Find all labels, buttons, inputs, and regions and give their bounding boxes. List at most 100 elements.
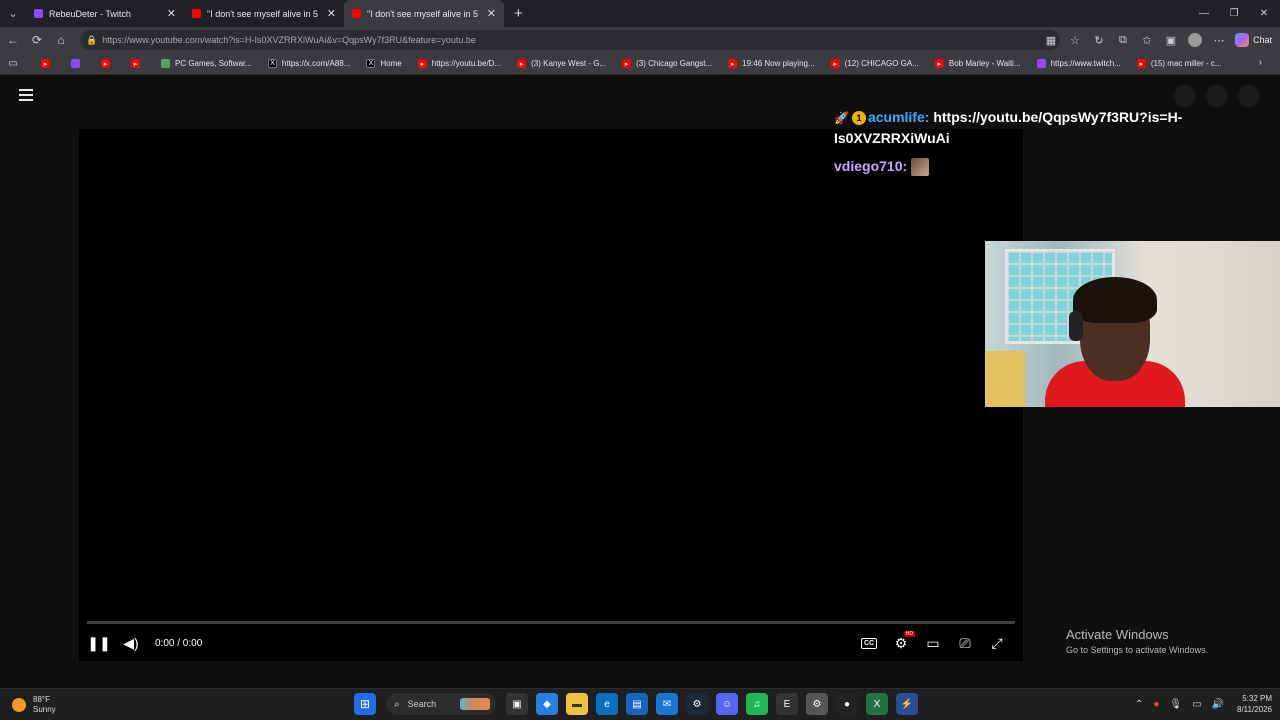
- search-icon: ⌕: [394, 698, 400, 710]
- discord-icon[interactable]: ☺: [716, 693, 738, 715]
- url-text: https://www.youtube.com/watch?is=H-Is0XV…: [102, 35, 476, 45]
- chat-username: vdiego710:: [834, 158, 908, 174]
- tray-app-icon[interactable]: ●: [1153, 699, 1159, 710]
- volume-icon[interactable]: 🔊: [1212, 699, 1224, 710]
- chat-label: Chat: [1252, 35, 1272, 45]
- epic-games-icon[interactable]: E: [776, 693, 798, 715]
- activate-windows-watermark: Activate Windows Go to Settings to activ…: [1066, 627, 1209, 655]
- steam-icon[interactable]: ⚙: [686, 693, 708, 715]
- maximize-icon[interactable]: ❐: [1218, 0, 1250, 27]
- tab-actions-chevron-icon[interactable]: ⌄: [0, 0, 26, 27]
- hd-badge: HD: [903, 631, 915, 637]
- pause-icon[interactable]: ❚❚: [83, 627, 115, 659]
- network-icon[interactable]: ▭: [1192, 699, 1201, 710]
- reader-view-icon[interactable]: ▦: [1039, 28, 1063, 52]
- lock-icon: 🔒: [86, 34, 98, 45]
- tab-youtube-1[interactable]: "I don't see myself alive in 5 more ✕: [184, 0, 344, 27]
- browser-toolbar: ← ⟳ ⌂ 🔒 https://www.youtube.com/watch?is…: [0, 27, 1280, 53]
- tab-youtube-2-active[interactable]: "I don't see myself alive in 5 more ✕: [344, 0, 504, 27]
- bookmark-item[interactable]: ▸: [131, 59, 145, 68]
- header-circle-button[interactable]: [1238, 85, 1260, 107]
- settings-gear-icon[interactable]: ⚙ HD: [885, 627, 917, 659]
- refresh-extension-icon[interactable]: ↻: [1087, 28, 1111, 52]
- favorite-star-icon[interactable]: ☆: [1063, 28, 1087, 52]
- task-view-icon[interactable]: ▣: [506, 693, 528, 715]
- theater-mode-icon[interactable]: ▭: [917, 627, 949, 659]
- favorites-icon[interactable]: ✩: [1135, 28, 1159, 52]
- excel-icon[interactable]: X: [866, 693, 888, 715]
- tray-overflow-chevron-icon[interactable]: ⌃: [1135, 699, 1143, 710]
- bookmarks-overflow-chevron-icon[interactable]: ›: [1259, 57, 1262, 68]
- youtube-icon: [352, 9, 361, 18]
- bookmark-item[interactable]: ▸: [41, 59, 55, 68]
- minimize-icon[interactable]: —: [1188, 0, 1220, 27]
- outlook-icon[interactable]: ✉: [656, 693, 678, 715]
- settings-icon[interactable]: ⚙: [806, 693, 828, 715]
- taskbar-search[interactable]: ⌕ Search: [386, 693, 496, 715]
- obs-icon[interactable]: ●: [836, 693, 858, 715]
- bookmark-item[interactable]: ▸ (15) mac miller - c...: [1136, 59, 1222, 68]
- player-controls: ❚❚ ◀) 0:00 / 0:00 CC ⚙ HD ▭ ⎚ ⤢: [79, 625, 1023, 661]
- progress-bar[interactable]: [87, 621, 1015, 624]
- bookmark-item[interactable]: X Home: [366, 59, 402, 68]
- weather-condition: Sunny: [33, 705, 56, 714]
- widgets-icon[interactable]: ◆: [536, 693, 558, 715]
- collections-icon[interactable]: ▣: [1159, 28, 1183, 52]
- copilot-chat-button[interactable]: Chat: [1231, 33, 1280, 47]
- bookmarks-menu-icon[interactable]: ▭: [6, 58, 25, 69]
- volume-icon[interactable]: ◀): [115, 627, 147, 659]
- fullscreen-icon[interactable]: ⤢: [981, 627, 1013, 659]
- stream-chat-overlay: 🚀 1 acumlife: https://youtu.be/QqpsWy7f3RU…: [834, 107, 1274, 184]
- refresh-icon[interactable]: ⟳: [25, 28, 49, 52]
- chat-message: 🚀 1 acumlife: https://youtu.be/QqpsWy7f3RU…: [834, 107, 1274, 148]
- clock[interactable]: 5:32 PM 8/11/2026: [1237, 693, 1272, 715]
- back-arrow-icon[interactable]: ←: [1, 28, 25, 52]
- tab-twitch[interactable]: RebeuDeter - Twitch ✕: [26, 0, 184, 27]
- video-player[interactable]: ❚❚ ◀) 0:00 / 0:00 CC ⚙ HD ▭ ⎚ ⤢: [79, 129, 1023, 661]
- bookmark-item[interactable]: [71, 59, 85, 68]
- header-circle-button[interactable]: [1174, 85, 1196, 107]
- address-bar[interactable]: 🔒 https://www.youtube.com/watch?is=H-Is0…: [80, 30, 1060, 50]
- rocket-badge-icon: 🚀: [834, 111, 849, 125]
- close-tab-icon[interactable]: ✕: [167, 7, 176, 20]
- chat-username: acumlife:: [867, 109, 930, 125]
- windows-start-icon[interactable]: ⊞: [354, 693, 376, 715]
- new-tab-plus-icon[interactable]: +: [514, 5, 523, 22]
- app-icon[interactable]: ⚡: [896, 693, 918, 715]
- menu-hamburger-icon[interactable]: [19, 89, 33, 104]
- home-icon[interactable]: ⌂: [49, 28, 73, 52]
- weather-widget[interactable]: 88°F Sunny: [12, 695, 56, 715]
- bookmark-item[interactable]: https://www.twitch...: [1036, 59, 1121, 68]
- close-tab-icon[interactable]: ✕: [487, 7, 496, 20]
- tab-title: RebeuDeter - Twitch: [49, 8, 131, 19]
- bookmark-item[interactable]: ▸ (3) Kanye West - G...: [517, 59, 606, 68]
- bookmark-item[interactable]: ▸ (3) Chicago Gangst...: [622, 59, 712, 68]
- header-circle-button[interactable]: [1206, 85, 1228, 107]
- subtitles-cc-icon[interactable]: CC: [853, 627, 885, 659]
- bookmark-item[interactable]: Xhttps://x.com/A88...: [267, 59, 350, 68]
- file-explorer-icon[interactable]: ▬: [566, 693, 588, 715]
- close-tab-icon[interactable]: ✕: [327, 7, 336, 20]
- bookmark-item[interactable]: ▸ https://youtu.be/D...: [417, 59, 501, 68]
- browser-tab-strip: ⌄ RebeuDeter - Twitch ✕ "I don't see mys…: [0, 0, 1280, 27]
- more-menu-icon[interactable]: ⋯: [1207, 28, 1231, 52]
- bookmark-item[interactable]: ▸ 19:46 Now playing...: [728, 59, 815, 68]
- cast-icon[interactable]: ⎚: [949, 627, 981, 659]
- microphone-icon[interactable]: 🎙: [1169, 699, 1182, 710]
- twitch-icon: [34, 9, 43, 18]
- extensions-icon[interactable]: ⧉: [1111, 28, 1135, 52]
- bookmark-item[interactable]: ▸ Bob Marley - Waiti...: [934, 59, 1021, 68]
- bookmark-item[interactable]: ▸: [101, 59, 115, 68]
- store-icon[interactable]: ▤: [626, 693, 648, 715]
- close-window-icon[interactable]: ✕: [1248, 0, 1280, 27]
- bookmarks-bar: ▭ ▸ ▸ ▸ PC Games, Softwar... Xhttps://x.…: [0, 53, 1280, 75]
- profile-avatar[interactable]: [1183, 28, 1207, 52]
- copilot-icon: [1234, 33, 1249, 47]
- weather-temp: 88°F: [33, 695, 50, 704]
- chat-message: vdiego710:: [834, 156, 1274, 177]
- spotify-icon[interactable]: ♫: [746, 693, 768, 715]
- bookmark-item[interactable]: ▸ (12) CHICAGO GA...: [830, 59, 919, 68]
- bookmark-item[interactable]: PC Games, Softwar...: [161, 59, 252, 68]
- tab-title: "I don't see myself alive in 5 more: [207, 8, 321, 19]
- edge-browser-icon[interactable]: e: [596, 693, 618, 715]
